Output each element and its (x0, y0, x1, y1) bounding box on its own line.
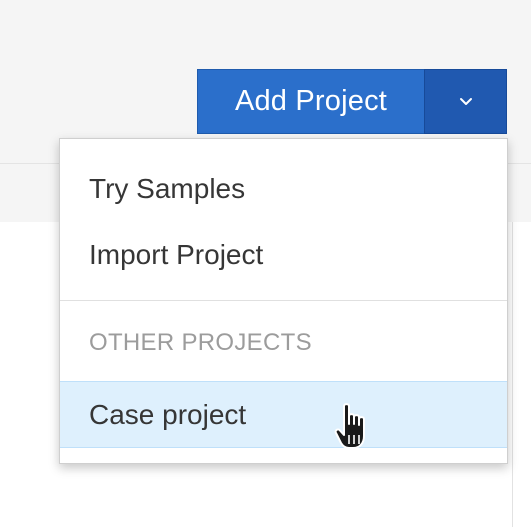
add-project-button[interactable]: Add Project (197, 69, 424, 134)
menu-item-case-project[interactable]: Case project (60, 381, 507, 448)
add-project-split-button: Add Project (197, 69, 507, 134)
add-project-dropdown-toggle[interactable] (424, 69, 507, 134)
hand-pointer-icon (334, 402, 378, 454)
page: Add Project Try Samples Import Project O… (0, 0, 531, 527)
menu-item-import-project[interactable]: Import Project (60, 222, 507, 288)
menu-item-try-samples[interactable]: Try Samples (60, 156, 507, 222)
menu-divider (60, 300, 507, 301)
add-project-dropdown-menu: Try Samples Import Project OTHER PROJECT… (59, 138, 508, 464)
menu-section-header-other-projects: OTHER PROJECTS (89, 329, 312, 356)
content-border (512, 222, 513, 527)
chevron-down-icon (459, 97, 473, 106)
